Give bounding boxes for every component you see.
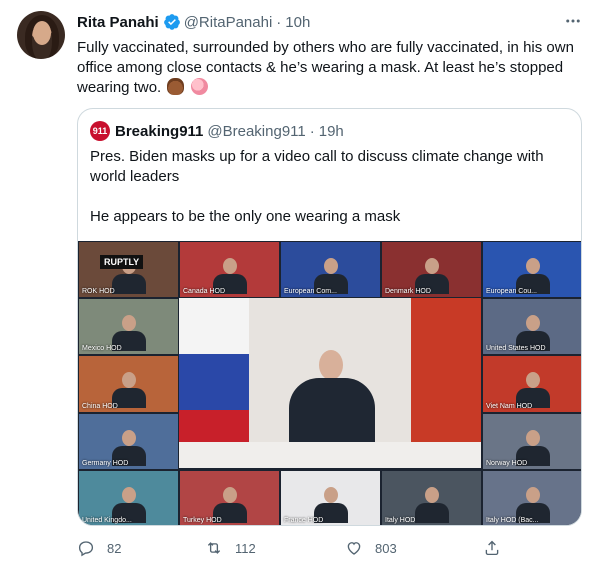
participant-head [122,486,136,503]
quoted-author-name: Breaking911 [115,122,204,140]
participant-head [526,315,540,332]
quoted-header-separator: · [309,122,315,140]
tweet-body: Fully vaccinated, surrounded by others w… [77,38,577,98]
participant-tile: ROK HOD [79,242,178,298]
quoted-author-avatar: 911 [90,121,110,141]
participant-head [425,486,439,503]
participant-head [526,372,540,389]
participant-label: Viet Nam HOD [486,402,533,410]
quoted-author-handle: @Breaking911 [207,122,306,140]
retweet-button[interactable]: 112 [205,536,256,560]
brain-icon [190,78,208,95]
video-call-image[interactable]: Italy HOD (Bac... Italy HOD France HOD Turk… [78,241,581,525]
participant-label: Germany HOD [82,459,129,467]
quoted-tweet-header: 911 Breaking911 @Breaking911 · 19h [90,121,344,141]
participant-head [526,486,540,503]
verified-badge-icon [163,14,180,30]
like-count: 803 [375,540,397,556]
participant-label: United States HOD [486,345,546,353]
participant-tile: United Kingdo... [79,470,178,525]
participant-label: ROK HOD [82,288,115,296]
retweet-count: 112 [235,540,256,556]
participant-label: Canada HOD [183,288,226,296]
participant-tile: United States HOD [483,299,581,355]
author-avatar[interactable] [17,11,65,59]
participant-head [122,429,136,446]
participant-tile: Denmark HOD [382,242,481,298]
like-button[interactable]: 803 [345,536,397,560]
tweet-text: Fully vaccinated, surrounded by others w… [77,39,574,96]
reply-count: 82 [107,540,122,556]
pile-of-poo-icon [167,78,185,95]
tweet-actions: 82 112 803 [77,536,582,560]
participant-head [425,258,439,274]
reply-icon [78,541,94,557]
participant-tile: China HOD [79,356,178,412]
participant-tile: France HOD [281,470,380,525]
tweet-timestamp[interactable]: 10h [285,14,310,31]
header-separator: · [276,13,282,31]
quoted-timestamp: 19h [318,122,344,140]
quoted-paragraph-1: Pres. Biden masks up for a video call to… [90,148,544,185]
participant-tile: European Com... [281,242,380,298]
participant-head [223,486,237,503]
participant-head [122,372,136,389]
share-icon [485,540,499,556]
author-name[interactable]: Rita Panahi [77,14,159,31]
main-speaker-tile [179,298,481,468]
participant-label: Italy HOD [385,516,416,524]
participant-head [526,258,540,274]
quoted-tweet[interactable]: 911 Breaking911 @Breaking911 · 19h Pres.… [77,108,582,526]
participant-label: United Kingdo... [82,516,132,524]
tweet-header: Rita Panahi @RitaPanahi · 10h [77,12,310,32]
participant-tile: Turkey HOD [180,470,279,525]
participant-tile: Norway HOD [483,413,581,469]
quoted-tweet-text: Pres. Biden masks up for a video call to… [90,147,570,227]
participant-figure [112,274,146,294]
participant-tile: Canada HOD [180,242,279,298]
participant-label: Norway HOD [486,459,528,467]
participant-label: China HOD [82,402,118,410]
participant-label: Turkey HOD [183,516,222,524]
more-options-icon[interactable] [563,12,583,32]
ruptly-watermark: RUPTLY [100,255,144,269]
participant-head [223,258,237,274]
participant-head [526,429,540,446]
author-handle[interactable]: @RitaPanahi [184,14,273,31]
tweet[interactable]: Rita Panahi @RitaPanahi · 10h Fully vacc… [0,0,598,569]
participant-tile: Viet Nam HOD [483,356,581,412]
retweet-icon [207,542,221,554]
participant-tile: Italy HOD [382,470,481,525]
participant-label: European Com... [284,288,337,296]
participant-tile: Mexico HOD [79,299,178,355]
participant-head [122,315,136,332]
participant-tile: European Cou... [483,242,581,298]
reply-button[interactable]: 82 [77,536,121,560]
heart-icon [347,542,361,555]
participant-head [324,258,338,274]
participant-label: European Cou... [486,288,537,296]
participant-head [324,486,338,503]
quoted-paragraph-2: He appears to be the only one wearing a … [90,208,401,225]
participant-label: Italy HOD (Bac... [486,516,539,524]
participant-label: Mexico HOD [82,345,122,353]
share-button[interactable] [483,536,513,560]
participant-label: France HOD [284,516,324,524]
participant-tile: Italy HOD (Bac... [483,470,581,525]
participant-tile: Germany HOD [79,413,178,469]
participant-label: Denmark HOD [385,288,431,296]
participant-figure [415,502,449,523]
